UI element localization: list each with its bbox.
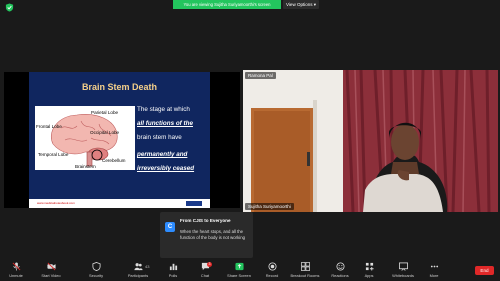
participants-count: 43 xyxy=(145,264,150,269)
chat-message: When the heart stops, and all the functi… xyxy=(180,229,245,240)
more-label: More xyxy=(429,273,439,278)
breakout-rooms-label: Breakout Rooms xyxy=(290,273,320,278)
apps-label: Apps xyxy=(364,273,374,278)
end-meeting-button[interactable]: End xyxy=(475,266,494,275)
label-frontal: Frontal Lobe xyxy=(36,124,62,129)
apps-button[interactable]: Apps xyxy=(360,262,378,280)
meeting-toolbar: Unmute Start Video Security 43 Participa… xyxy=(0,260,500,281)
slide-footer: www.medicalnotesbook.com xyxy=(29,199,210,208)
label-occipital: Occipital Lobe xyxy=(90,130,120,135)
start-video-label: Start Video xyxy=(41,273,61,278)
chat-button[interactable]: 3 Chat xyxy=(196,262,214,280)
more-button[interactable]: More xyxy=(425,262,443,280)
record-button[interactable]: Record xyxy=(262,262,282,280)
slide-line-4: permanently and xyxy=(137,151,188,158)
share-screen-icon xyxy=(234,262,244,271)
slide-line-2: all functions of the xyxy=(137,120,193,127)
polls-button[interactable]: Polls xyxy=(164,262,182,280)
whiteboard-icon xyxy=(398,262,408,271)
viewing-screen-banner: You are viewing Sujitha Suriyamoorthi's … xyxy=(173,0,281,9)
participants-button[interactable]: 43 Participants xyxy=(122,262,154,280)
record-icon xyxy=(267,262,277,271)
label-cerebellum: Cerebellum xyxy=(102,158,126,163)
participant-name-top: Ramona Pal xyxy=(245,72,276,79)
participants-icon xyxy=(133,263,143,271)
security-button[interactable]: Security xyxy=(84,262,108,280)
polls-icon xyxy=(169,263,177,271)
participant-video[interactable]: Ramona Pal Sujitha Suriyamoorthi xyxy=(243,70,498,212)
security-label: Security xyxy=(88,273,104,278)
share-screen-button[interactable]: Share Screen xyxy=(224,262,254,280)
view-options-button[interactable]: View Options ▾ xyxy=(283,0,319,9)
whiteboards-label: Whiteboards xyxy=(392,273,414,278)
slide-footer-url: www.medicalnotesbook.com xyxy=(37,201,75,205)
polls-label: Polls xyxy=(168,273,178,278)
label-parietal: Parietal Lobe xyxy=(91,110,119,115)
record-label: Record xyxy=(265,273,279,278)
participants-label: Participants xyxy=(127,273,149,278)
slide-logo xyxy=(186,201,202,206)
breakout-rooms-icon xyxy=(300,262,310,271)
slide-line-5: irreversibly ceased xyxy=(137,165,195,172)
shield-check-icon[interactable] xyxy=(5,3,14,12)
unmute-label: Unmute xyxy=(9,273,23,278)
breakout-rooms-button[interactable]: Breakout Rooms xyxy=(287,262,323,280)
share-screen-label: Share Screen xyxy=(227,273,251,278)
start-video-button[interactable]: Start Video xyxy=(36,262,66,280)
slide-line-1: The stage at which xyxy=(137,106,190,113)
reactions-button[interactable]: Reactions xyxy=(328,262,352,280)
presentation-slide: Brain Stem Death Parietal Lobe Frontal L… xyxy=(29,72,210,208)
slide-line-3: brain stem have xyxy=(137,134,182,141)
reactions-label: Reactions xyxy=(331,273,349,278)
participant-name-bottom: Sujitha Suriyamoorthi xyxy=(245,203,294,210)
unmute-button[interactable]: Unmute xyxy=(3,262,29,280)
view-options-label: View Options xyxy=(286,2,313,7)
security-shield-icon xyxy=(91,262,101,271)
smiley-icon xyxy=(335,262,345,271)
chat-sender: From CJIS to Everyone xyxy=(180,218,231,223)
video-off-icon xyxy=(46,262,56,271)
slide-title: Brain Stem Death xyxy=(81,82,158,92)
brain-diagram: Parietal Lobe Frontal Lobe Occipital Lob… xyxy=(35,106,135,170)
more-dots-icon xyxy=(430,265,438,268)
whiteboards-button[interactable]: Whiteboards xyxy=(389,262,417,280)
chat-label: Chat xyxy=(200,273,210,278)
chat-notification[interactable]: C From CJIS to Everyone When the heart s… xyxy=(160,212,253,258)
chat-avatar: C xyxy=(165,222,175,232)
label-brainstem: Brainstem xyxy=(75,164,96,169)
microphone-muted-icon xyxy=(12,262,20,271)
chat-unread-badge: 3 xyxy=(207,262,212,267)
label-temporal: Temporal Lobe xyxy=(38,152,69,157)
apps-icon xyxy=(365,262,374,271)
